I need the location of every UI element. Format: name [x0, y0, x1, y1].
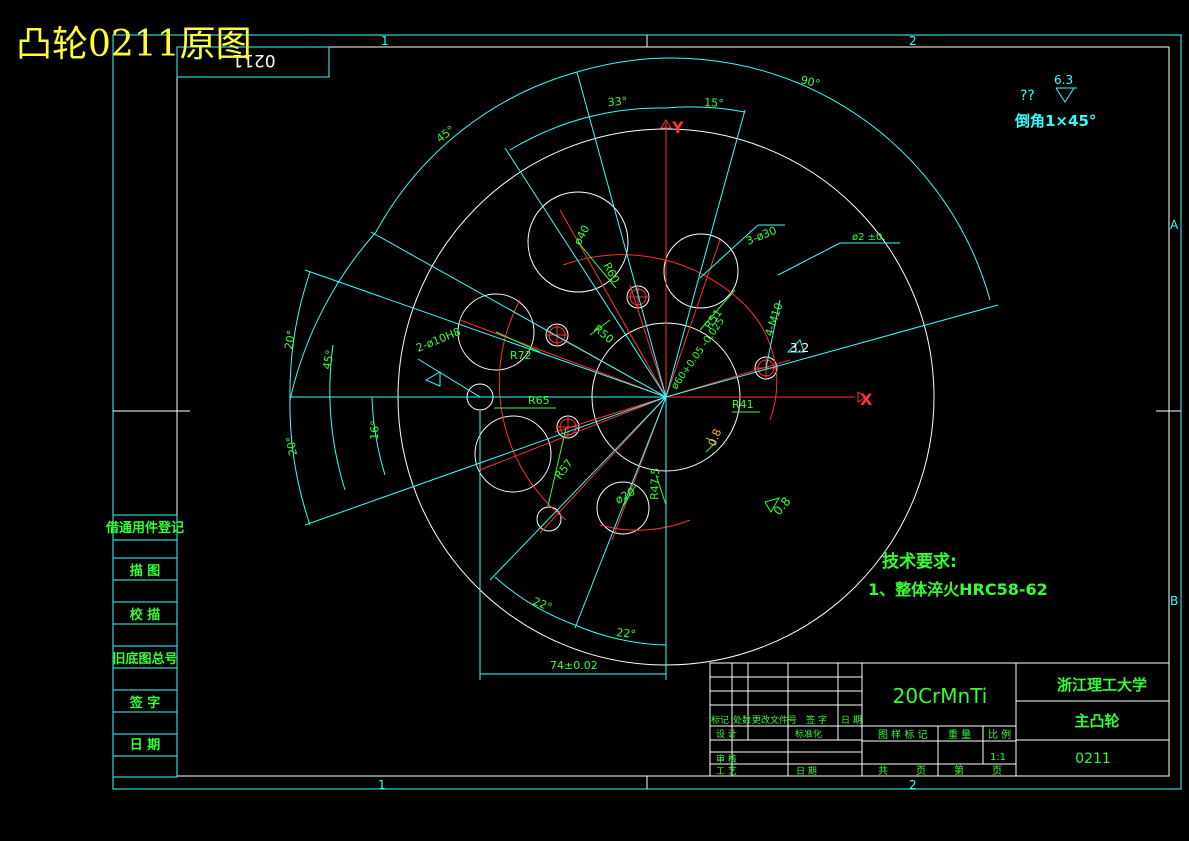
- dim-angle-45-left: 45°: [320, 349, 337, 371]
- roughness-inner-value: 0.8: [706, 427, 725, 448]
- page-title: 凸轮0211原图: [16, 24, 252, 65]
- tb-label-date2: 日 期: [796, 766, 817, 777]
- tb-label-date: 日 期: [841, 715, 862, 726]
- tb-label-change-doc: 更改文件号: [752, 714, 797, 726]
- x-axis-label: X: [860, 390, 873, 409]
- dim-angle-45-top: 45°: [434, 123, 457, 145]
- dim-r57: R57: [552, 457, 576, 482]
- dim-r2-tolerance: ø2 ±0.: [852, 232, 886, 243]
- dim-angle-90: 90°: [799, 73, 821, 90]
- tb-label-sign: 签 字: [806, 714, 827, 726]
- tb-label-weight: 重 量: [948, 728, 971, 741]
- dim-angle-22-a: 22°: [531, 595, 554, 614]
- tb-label-sheet-unit2: 页: [992, 765, 1002, 777]
- tb-label-stage-mark: 图 样 标 记: [878, 728, 928, 741]
- dim-r50: R50: [591, 322, 616, 346]
- tech-title: 技术要求:: [882, 551, 957, 572]
- material: 20CrMnTi: [893, 684, 988, 708]
- roughness-right-value: 3.2: [790, 341, 809, 355]
- scale-value: 1:1: [990, 752, 1006, 763]
- dim-phi40: ø40: [571, 223, 592, 247]
- drawing-number: 0211: [1075, 751, 1111, 767]
- dim-r72: R72: [510, 349, 532, 362]
- dim-r47: R47.5: [648, 468, 662, 501]
- dim-angle-33: 33°: [607, 95, 627, 109]
- dim-74: 74±0.02: [550, 659, 598, 672]
- tb-label-sheet-unit: 页: [916, 765, 926, 777]
- left-col-item-5: 日 期: [130, 738, 161, 753]
- tb-label-sheet-no: 第: [954, 764, 964, 777]
- tb-label-count: 处数: [733, 714, 751, 726]
- left-col-item-0: 借通用件登记: [105, 520, 184, 536]
- dim-r65: R65: [528, 394, 550, 407]
- roughness-symbols: [705, 87, 1077, 513]
- tb-label-total: 共: [878, 765, 888, 777]
- roughness-top-value: 6.3: [1054, 73, 1073, 87]
- left-col-item-1: 描 图: [130, 563, 161, 579]
- drawing-frame: [112, 34, 1182, 790]
- left-col-item-3: 旧底图总号: [112, 651, 177, 667]
- cad-drawing: 1 2 1 2 A B 0211 凸轮0211原图 X Y 90° 45° 33…: [16, 24, 1182, 792]
- roughness-top-q: ??: [1020, 88, 1035, 104]
- zone-bottom-2: 2: [909, 778, 917, 792]
- zone-top-2: 2: [909, 34, 917, 48]
- part-name: 主凸轮: [1074, 712, 1119, 730]
- dim-angle-20-left-top: 20°: [282, 329, 298, 350]
- zone-right-a: A: [1170, 218, 1179, 232]
- tb-label-scale: 比 例: [988, 728, 1011, 741]
- y-axis-label: Y: [671, 118, 684, 137]
- left-col-item-4: 签 字: [129, 695, 161, 711]
- dim-4-m10: 4-M10: [762, 301, 785, 338]
- zone-bottom-1: 1: [378, 778, 386, 792]
- dim-2-phi10h8: 2-ø10H8: [414, 325, 462, 355]
- dim-angle-22-b: 22°: [616, 626, 637, 641]
- left-col-item-2: 校 描: [130, 607, 161, 623]
- tb-label-design: 设 计: [716, 728, 737, 740]
- tb-label-mark: 标记: [711, 714, 729, 726]
- tb-label-standard: 标准化: [795, 728, 822, 740]
- chamfer-note: 倒角1×45°: [1014, 112, 1096, 130]
- dim-angle-15: 15°: [704, 96, 724, 110]
- dim-3-phi30: 3-ø30: [744, 224, 778, 248]
- dim-angle-20-left-bot: 20°: [284, 435, 300, 456]
- tb-label-process: 工 艺: [716, 766, 737, 777]
- zone-right-b: B: [1170, 594, 1178, 608]
- school-name: 浙江理工大学: [1057, 676, 1147, 694]
- tb-label-review: 审 核: [716, 753, 737, 765]
- zone-top-1: 1: [381, 34, 389, 48]
- dim-angle-16: 16°: [368, 420, 382, 440]
- tech-item-1: 1、整体淬火HRC58-62: [868, 580, 1048, 599]
- roughness-outer-value: 0.8: [771, 494, 794, 518]
- dim-r41: R41: [732, 398, 754, 411]
